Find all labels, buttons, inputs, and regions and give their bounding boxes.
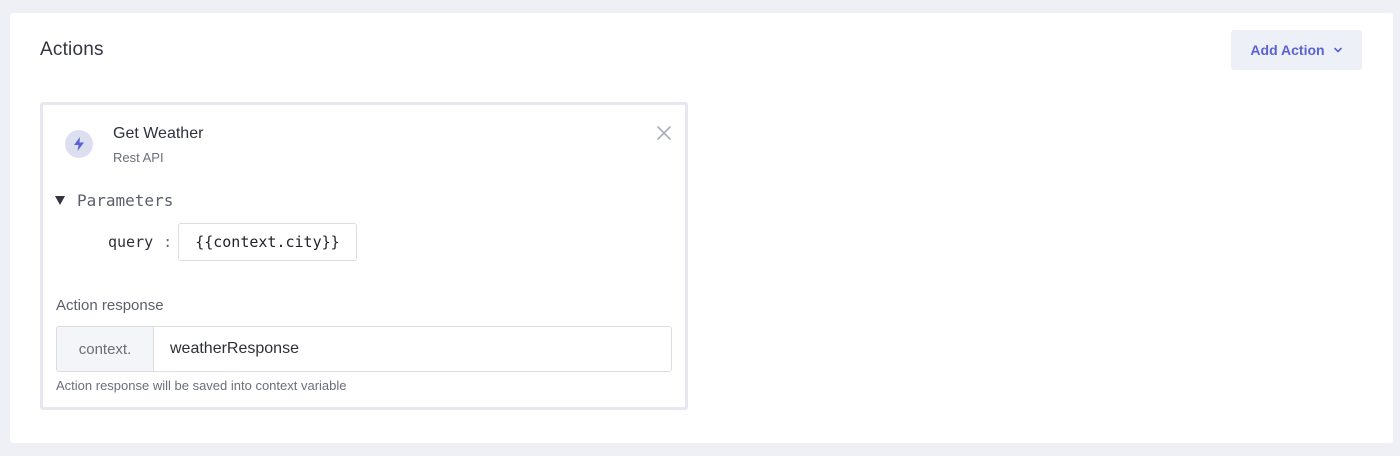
parameters-label: Parameters: [77, 191, 174, 210]
action-card: Get Weather Rest API Parameters query : …: [40, 102, 688, 410]
add-action-label: Add Action: [1250, 42, 1325, 58]
parameters-toggle[interactable]: Parameters: [55, 191, 173, 210]
parameter-separator: :: [163, 233, 173, 251]
action-response-label: Action response: [56, 297, 164, 314]
chevron-down-icon: [1333, 47, 1342, 53]
panel-title: Actions: [40, 39, 104, 60]
action-response-field: context.: [56, 326, 672, 372]
parameter-row: query : {{context.city}}: [108, 223, 357, 261]
add-action-button[interactable]: Add Action: [1231, 30, 1362, 70]
action-response-input[interactable]: [154, 327, 671, 371]
actions-panel: Actions Add Action Get Weather Rest API …: [10, 13, 1393, 443]
parameter-key: query: [108, 233, 154, 251]
triangle-down-icon: [55, 196, 65, 205]
lightning-bolt-icon: [65, 130, 93, 158]
parameter-value-field[interactable]: {{context.city}}: [178, 223, 357, 261]
action-response-help: Action response will be saved into conte…: [56, 378, 347, 393]
response-prefix: context.: [57, 327, 154, 371]
action-type: Rest API: [113, 150, 164, 165]
close-icon[interactable]: [655, 124, 673, 142]
action-name: Get Weather: [113, 125, 204, 142]
